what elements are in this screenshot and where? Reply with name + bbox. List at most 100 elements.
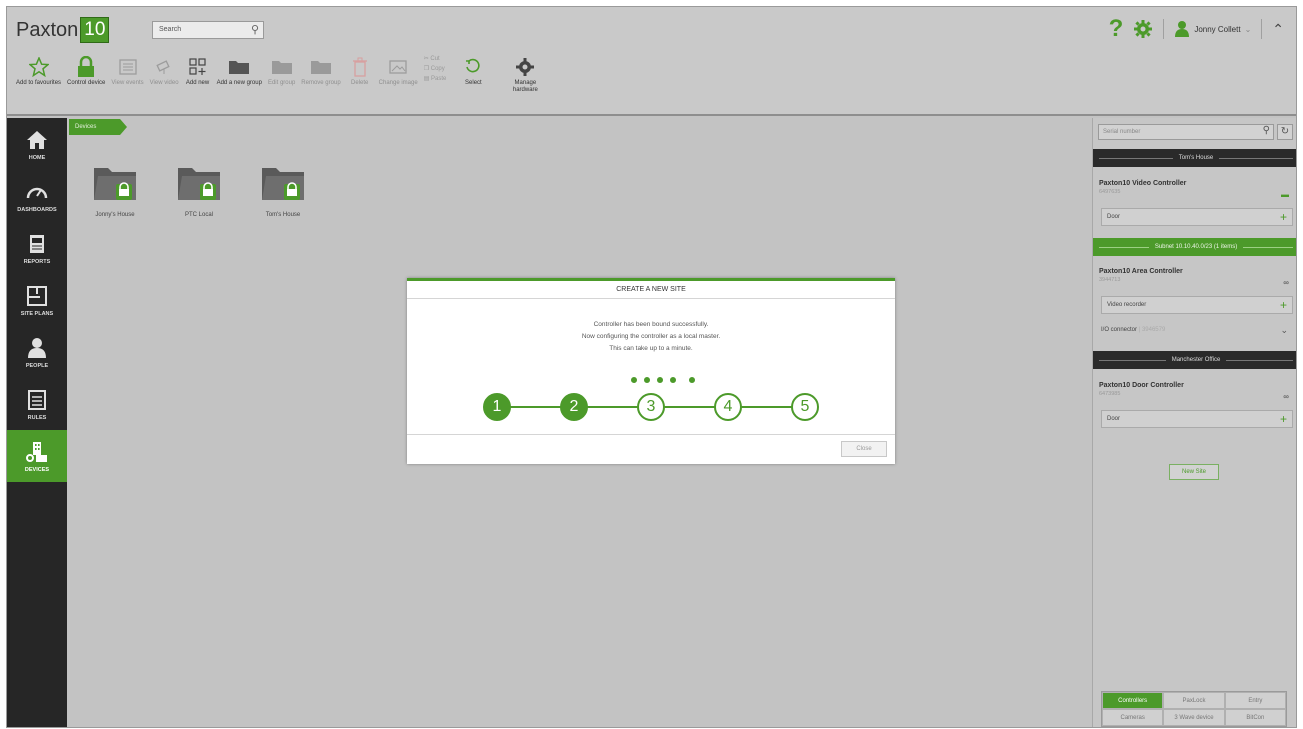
serial-number-search-input[interactable]: Serial number ⚲ — [1098, 124, 1274, 140]
cut-label: Cut — [430, 56, 440, 62]
tab-entry[interactable]: Entry — [1224, 692, 1286, 709]
device-type-tabs: Controllers PaxLock Entry Cameras 3 Wave… — [1101, 691, 1287, 727]
image-icon — [389, 60, 407, 74]
subnet-header: Subnet 10.10.40.0/23 (1 items) — [1093, 238, 1296, 256]
step-4: 4 — [714, 393, 742, 421]
nav-rules-label: RULES — [27, 414, 47, 421]
io-serial: 3946579 — [1141, 327, 1166, 333]
trash-icon — [352, 57, 367, 77]
user-menu[interactable]: Jonny Collett ⌄ — [1174, 20, 1251, 38]
devices-building-icon — [26, 441, 47, 462]
folder-item[interactable]: Jonny's House — [87, 164, 143, 218]
add-to-favourites-button[interactable]: Add to favourites — [16, 55, 61, 86]
select-label: Select — [465, 80, 482, 86]
close-button[interactable]: Close — [841, 441, 887, 457]
copy-label: Copy — [430, 66, 445, 72]
folder-item[interactable]: Tom's House — [255, 164, 311, 218]
view-video-button[interactable]: View video — [150, 55, 179, 86]
nav-rules[interactable]: RULES — [7, 378, 67, 430]
cut-button[interactable]: ✂ Cut — [424, 55, 447, 62]
tab-bitcon[interactable]: BitCon — [1224, 709, 1286, 726]
nav-reports[interactable]: REPORTS — [7, 222, 67, 274]
nav-people[interactable]: PEOPLE — [7, 326, 67, 378]
add-new-group-label: Add a new group — [216, 80, 262, 86]
step-5: 5 — [791, 393, 819, 421]
nav-home[interactable]: HOME — [7, 118, 67, 170]
controller-name: Paxton10 Video Controller — [1099, 180, 1187, 187]
device-row[interactable]: Door + — [1101, 410, 1293, 428]
controller-serial: 6473985 — [1099, 391, 1121, 397]
manage-hardware-label-1: Manage — [514, 80, 537, 86]
tab-cameras[interactable]: Cameras — [1102, 709, 1164, 726]
nav-people-label: PEOPLE — [25, 362, 49, 369]
dialog-message: Controller has been bound successfully. … — [407, 319, 895, 355]
manage-hardware-button[interactable]: Manage hardware — [512, 55, 538, 93]
search-placeholder: Search — [159, 26, 182, 33]
paste-label: Paste — [431, 76, 447, 82]
settings-gear-icon[interactable] — [1133, 19, 1153, 39]
refresh-icon[interactable]: ↻ — [1277, 124, 1293, 140]
dialog-footer: Close — [407, 434, 895, 464]
logo-badge: 10 — [80, 17, 110, 43]
help-icon[interactable]: ? — [1109, 17, 1124, 41]
folder-item[interactable]: PTC Local — [171, 164, 227, 218]
video-camera-icon — [156, 60, 170, 74]
serial-placeholder: Serial number — [1103, 129, 1141, 135]
copy-button[interactable]: ❐ Copy — [424, 65, 447, 72]
controller-item[interactable]: Paxton10 Video Controller 6497635 ▬ — [1099, 180, 1293, 199]
control-device-button[interactable]: Control device — [67, 55, 105, 86]
control-device-label: Control device — [67, 80, 106, 86]
search-icon[interactable]: ⚲ — [1263, 125, 1270, 136]
remove-group-button[interactable]: Remove group — [301, 55, 341, 86]
toolbar: Add to favourites Control device View ev… — [16, 55, 544, 93]
new-site-button[interactable]: New Site — [1169, 464, 1219, 480]
controller-name: Paxton10 Area Controller — [1099, 268, 1183, 275]
nav-reports-label: REPORTS — [23, 258, 51, 265]
delete-button[interactable]: Delete — [347, 55, 373, 86]
locked-folder-icon — [262, 168, 304, 200]
change-image-button[interactable]: Change image — [379, 55, 418, 86]
edit-group-button[interactable]: Edit group — [268, 55, 295, 86]
delete-label: Delete — [350, 80, 369, 86]
clipboard-group: ✂ Cut ❐ Copy ▤ Paste — [424, 55, 447, 82]
site-name: Tom's House — [1178, 155, 1214, 161]
folder-list: Jonny's House PTC Local Tom's House — [87, 164, 311, 218]
divider — [1261, 19, 1263, 39]
tab-3-wave-device[interactable]: 3 Wave device — [1163, 709, 1225, 726]
tab-paxlock[interactable]: PaxLock — [1163, 692, 1225, 709]
divider — [1163, 19, 1165, 39]
breadcrumb[interactable]: Devices — [69, 119, 127, 135]
view-events-label: View events — [111, 80, 144, 86]
nav-devices[interactable]: DEVICES — [7, 430, 67, 482]
edit-group-label: Edit group — [267, 80, 296, 86]
collapse-chevron-up-icon[interactable]: ⌃ — [1272, 21, 1284, 38]
events-list-icon — [118, 59, 137, 75]
add-new-grid-icon — [188, 58, 206, 75]
io-connector-row[interactable]: I/O connector | 3946579 ⌄ — [1101, 323, 1293, 339]
tab-controllers[interactable]: Controllers — [1102, 692, 1164, 709]
controller-item[interactable]: Paxton10 Door Controller 6473985 ∞ — [1099, 382, 1293, 401]
message-line: Controller has been bound successfully. — [593, 321, 709, 328]
add-new-button[interactable]: Add new — [185, 55, 211, 86]
search-input[interactable]: Search ⚲ — [152, 21, 264, 39]
add-plus-icon[interactable]: + — [1280, 211, 1287, 223]
header: Paxton 10 Search ⚲ ? Jonny Collett ⌄ ⌃ A… — [7, 7, 1296, 116]
paste-button[interactable]: ▤ Paste — [424, 75, 447, 82]
chevron-down-icon[interactable]: ⌄ — [1280, 325, 1288, 336]
controller-item[interactable]: Paxton10 Area Controller 3944713 ∞ — [1099, 268, 1293, 287]
folder-name: Tom's House — [265, 212, 301, 218]
view-events-button[interactable]: View events — [111, 55, 144, 86]
right-panel: Serial number ⚲ ↻ Tom's House Paxton10 V… — [1092, 118, 1296, 727]
nav-site-plans[interactable]: SITE PLANS — [7, 274, 67, 326]
add-new-group-button[interactable]: Add a new group — [217, 55, 262, 86]
step-2: 2 — [560, 393, 588, 421]
nav-dashboards[interactable]: DASHBOARDS — [7, 170, 67, 222]
header-actions: ? Jonny Collett ⌄ ⌃ — [1109, 17, 1284, 41]
select-button[interactable]: Select — [460, 55, 486, 86]
device-row[interactable]: Video recorder + — [1101, 296, 1293, 314]
device-row[interactable]: Door + — [1101, 208, 1293, 226]
add-plus-icon[interactable]: + — [1280, 299, 1287, 311]
logo-text: Paxton — [16, 18, 79, 41]
add-plus-icon[interactable]: + — [1280, 413, 1287, 425]
search-icon[interactable]: ⚲ — [251, 23, 259, 36]
